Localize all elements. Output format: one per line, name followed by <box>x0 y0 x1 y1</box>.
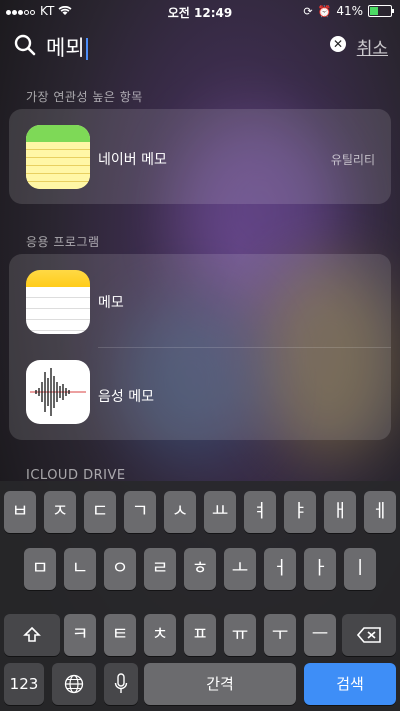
letter-key[interactable]: ㅌ <box>104 614 136 656</box>
app-label: 메모 <box>98 295 124 311</box>
app-row-voice-memo[interactable]: 음성 메모 <box>9 348 391 440</box>
apps-card: 메모 음성 메모 <box>9 254 391 440</box>
letter-key[interactable]: ㅓ <box>264 548 296 590</box>
shift-key[interactable] <box>4 614 60 656</box>
search-bar[interactable]: 메뫼 ✕ 취소 <box>14 30 390 64</box>
result-label: 네이버 메모 <box>98 152 167 168</box>
letter-key[interactable]: ㄱ <box>124 491 156 533</box>
naver-memo-app-icon <box>26 125 90 189</box>
keyboard: 123 간격 검색 ㅂㅈㄷㄱㅅㅛㅕㅑㅐㅔㅁㄴㅇㄹㅎㅗㅓㅏㅣㅋㅌㅊㅍㅠㅜㅡ <box>0 481 400 711</box>
delete-key[interactable] <box>342 614 396 656</box>
letter-key[interactable]: ㅂ <box>4 491 36 533</box>
search-query: 메뫼 <box>46 36 85 60</box>
letter-key[interactable]: ㄴ <box>64 548 96 590</box>
result-row[interactable]: 네이버 메모 유틸리티 <box>9 109 391 201</box>
numbers-key[interactable]: 123 <box>4 663 44 705</box>
result-category: 유틸리티 <box>330 153 375 167</box>
letter-key[interactable]: ㅜ <box>264 614 296 656</box>
letter-key[interactable]: ㅐ <box>324 491 356 533</box>
cancel-button[interactable]: 취소 <box>357 34 388 59</box>
section-title-apps: 응용 프로그램 <box>26 235 100 249</box>
letter-key[interactable]: ㅍ <box>184 614 216 656</box>
microphone-icon <box>114 673 128 693</box>
globe-icon <box>64 674 84 694</box>
rotation-lock-icon: ⟳ <box>303 4 313 18</box>
letter-key[interactable]: ㅇ <box>104 548 136 590</box>
letter-key[interactable]: ㅑ <box>284 491 316 533</box>
top-hit-card: 네이버 메모 유틸리티 <box>9 109 391 204</box>
letter-key[interactable]: ㅣ <box>344 548 376 590</box>
letter-key[interactable]: ㅗ <box>224 548 256 590</box>
letter-key[interactable]: ㅋ <box>64 614 96 656</box>
letter-key[interactable]: ㄹ <box>144 548 176 590</box>
space-key[interactable]: 간격 <box>144 663 296 705</box>
dictation-key[interactable] <box>104 663 138 705</box>
section-title-top-hit: 가장 연관성 높은 항목 <box>26 90 143 104</box>
search-input[interactable]: 메뫼 <box>46 32 88 62</box>
globe-key[interactable] <box>52 663 96 705</box>
search-key[interactable]: 검색 <box>304 663 396 705</box>
shift-icon <box>23 626 41 642</box>
letter-key[interactable]: ㅏ <box>304 548 336 590</box>
app-row-memo[interactable]: 메모 <box>9 254 391 346</box>
battery-percent: 41% <box>336 4 363 18</box>
letter-key[interactable]: ㅡ <box>304 614 336 656</box>
notes-app-icon <box>26 270 90 334</box>
letter-key[interactable]: ㅅ <box>164 491 196 533</box>
text-caret <box>85 38 88 60</box>
backspace-icon <box>356 627 381 643</box>
app-label: 음성 메모 <box>98 389 154 405</box>
letter-key[interactable]: ㅎ <box>184 548 216 590</box>
battery-icon <box>368 5 394 17</box>
alarm-icon: ⏰ <box>317 4 332 18</box>
letter-key[interactable]: ㅁ <box>24 548 56 590</box>
letter-key[interactable]: ㅊ <box>144 614 176 656</box>
letter-key[interactable]: ㄷ <box>84 491 116 533</box>
voice-memo-app-icon <box>26 360 90 424</box>
letter-key[interactable]: ㅔ <box>364 491 396 533</box>
letter-key[interactable]: ㅕ <box>244 491 276 533</box>
letter-key[interactable]: ㅠ <box>224 614 256 656</box>
clear-icon[interactable]: ✕ <box>330 36 346 52</box>
magnifier-icon <box>14 34 36 56</box>
status-bar: KT 오전 12:49 ⟳ ⏰ 41% <box>0 0 400 22</box>
letter-key[interactable]: ㅈ <box>44 491 76 533</box>
letter-key[interactable]: ㅛ <box>204 491 236 533</box>
